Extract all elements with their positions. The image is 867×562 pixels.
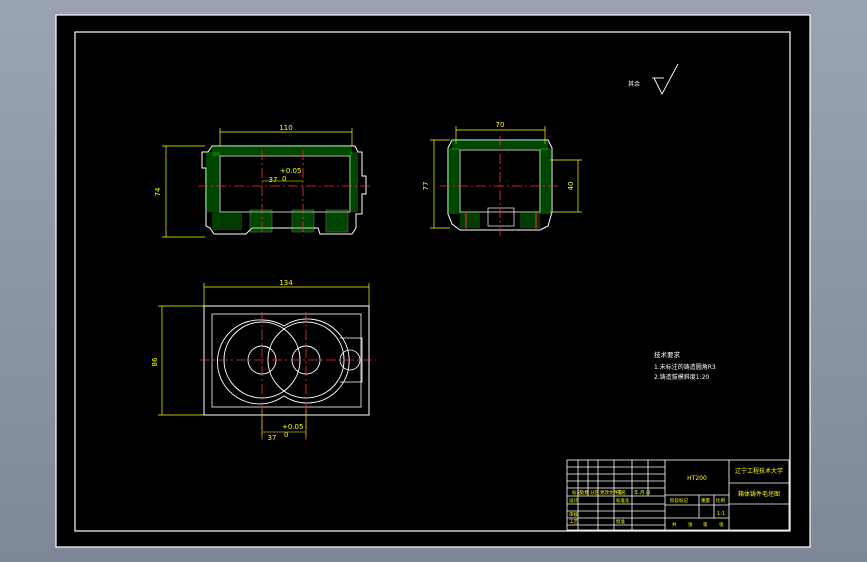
dim-top-center: 37: [268, 434, 277, 442]
tb-sheet-label: 共: [672, 521, 677, 528]
drawing-title: HT200: [687, 475, 707, 482]
tech-req-heading: 技术要求: [654, 350, 681, 359]
dim-top-height: 86: [151, 357, 159, 366]
tb-stage-label: 重量: [701, 497, 710, 504]
tb-left-label: 工艺: [569, 519, 578, 525]
dim-side-width: 70: [496, 121, 505, 129]
dim-front-height: 74: [154, 187, 162, 196]
tb-row-label: 年.月.日: [634, 489, 650, 496]
tb-sheet-label: 张: [719, 521, 724, 528]
tb-sheet-label: 张: [688, 521, 693, 528]
dim-top-width: 134: [279, 279, 293, 287]
tb-row-label: 处数: [580, 489, 589, 496]
dim-side-height: 77: [422, 182, 430, 191]
dim-side-hole: 40: [567, 182, 575, 191]
drawing-canvas[interactable]: 110 74 37 +0.05 0 70 77 40 134 86 37 +0.…: [0, 0, 867, 562]
tb-stage-label: 比例: [716, 497, 725, 504]
tech-req-item-1: 1.未标注的铸造圆角R3: [654, 363, 716, 371]
surface-note-text: 其余: [628, 80, 640, 88]
dim-front-center: 37: [269, 176, 278, 184]
tb-row-label: 分区: [590, 489, 599, 496]
tb-sheet-label: 第: [703, 521, 708, 528]
tb-mid-label: 标准化: [616, 497, 630, 504]
dim-front-width: 110: [279, 124, 292, 132]
tb-stage-label: 阶段标记: [670, 497, 688, 504]
tb-left-label: 审核: [569, 511, 578, 518]
tb-left-label: 设计: [569, 497, 578, 504]
dim-top-tol: +0.05: [282, 423, 303, 431]
dim-front-tol: +0.05: [280, 167, 301, 175]
tb-mid-label: 批准: [616, 518, 625, 525]
tb-row-label: 签名: [617, 489, 626, 496]
part-name: 箱体铸件毛坯图: [738, 490, 780, 498]
sheet-outer-border: [55, 14, 811, 548]
dim-front-tol-lower: 0: [282, 175, 286, 183]
dim-top-tol-lower: 0: [284, 431, 288, 439]
tech-req-item-2: 2.铸造拔模斜度1:20: [654, 373, 709, 381]
university-name: 辽宁工程技术大学: [735, 467, 783, 475]
scale-value: 1:1: [717, 511, 725, 517]
